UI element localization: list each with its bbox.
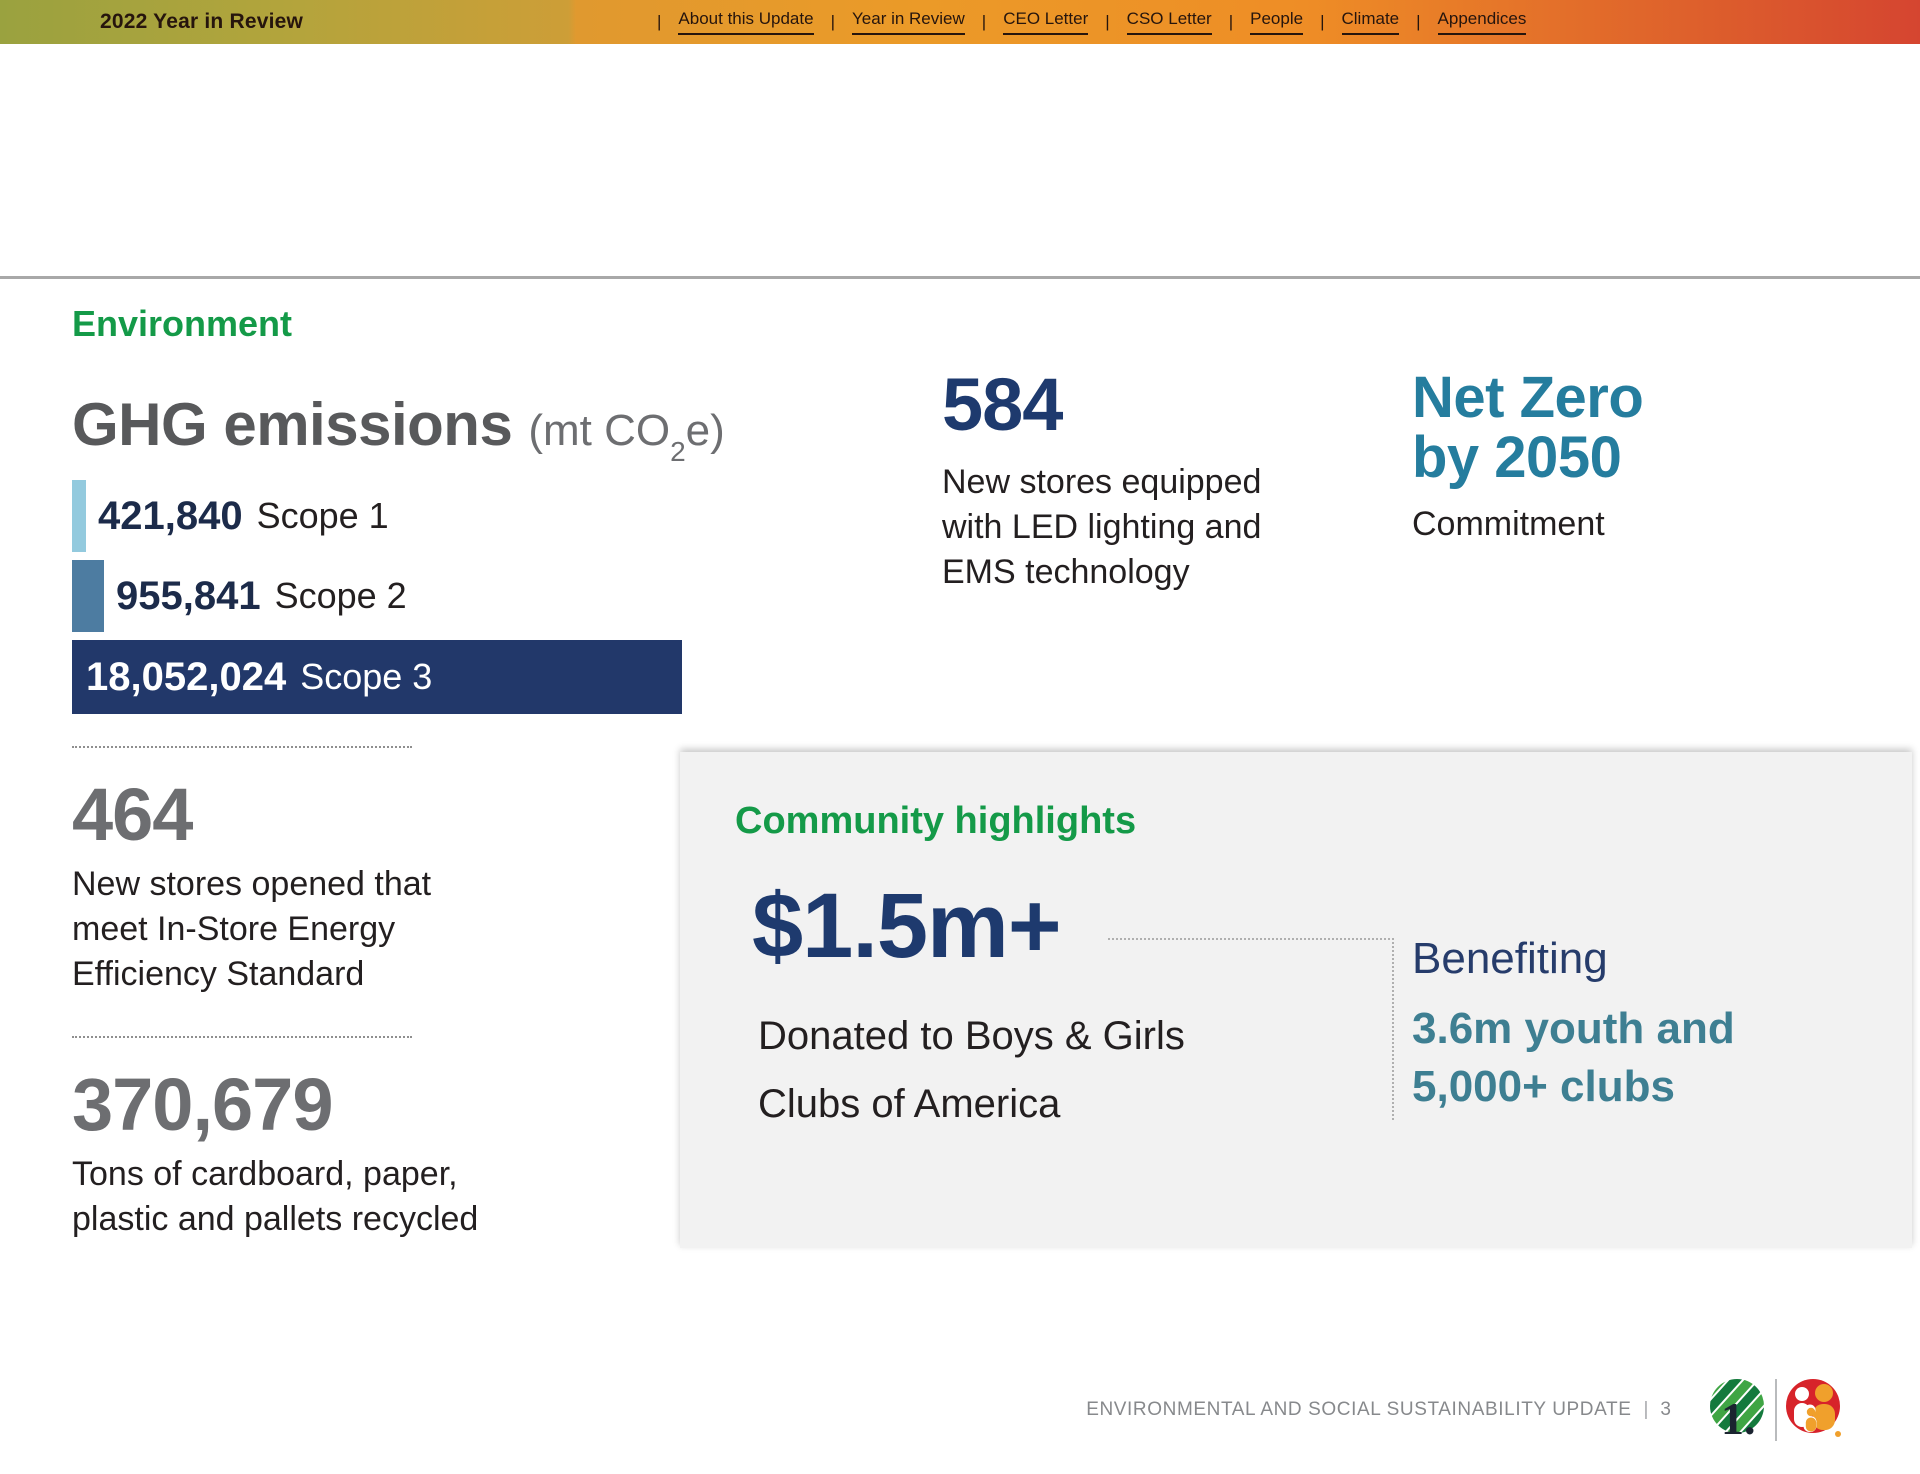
nav-link-climate[interactable]: Climate [1342, 9, 1400, 35]
stat-description: New stores equipped with LED lighting an… [942, 460, 1292, 595]
top-nav-links: | About this Update | Year in Review | CEO Le… [640, 0, 1526, 44]
svg-text:1.: 1. [1721, 1393, 1756, 1442]
nav-separator: | [1416, 12, 1420, 32]
footer-separator: | [1643, 1399, 1648, 1421]
net-zero-line2: by 2050 [1412, 428, 1643, 488]
header-rule [0, 276, 1920, 279]
stat-new-stores-efficiency: 464 New stores opened that meet In-Store… [72, 778, 472, 997]
nav-link-cso-letter[interactable]: CSO Letter [1127, 9, 1212, 35]
ghg-emissions-title: GHG emissions (mt CO2e) [72, 390, 725, 460]
nav-separator: | [831, 12, 835, 32]
ghg-unit: (mt CO2e) [528, 406, 724, 460]
dotted-connector-vertical [1392, 938, 1394, 1120]
ghg-emissions-bar-chart: 421,840 Scope 1 955,841 Scope 2 18,052,024 Sc… [72, 480, 692, 722]
top-nav-bar: 2022 Year in Review | About this Update | Y… [0, 0, 1920, 44]
ghg-bar-scope-3: 18,052,024 Scope 3 [72, 640, 682, 714]
nav-link-year-in-review[interactable]: Year in Review [852, 9, 965, 35]
nav-link-appendices[interactable]: Appendices [1438, 9, 1527, 35]
stat-description: Tons of cardboard, paper, plastic and pa… [72, 1152, 492, 1242]
report-title: 2022 Year in Review [100, 0, 303, 44]
footer-title: ENVIRONMENTAL AND SOCIAL SUSTAINABILITY … [1086, 1399, 1631, 1421]
benefiting-label: Benefiting [1412, 934, 1608, 984]
section-heading-environment: Environment [72, 303, 292, 345]
stat-value: 370,679 [72, 1068, 532, 1142]
footer: ENVIRONMENTAL AND SOCIAL SUSTAINABILITY … [1086, 1378, 1845, 1442]
report-page: 2022 Year in Review | About this Update | Y… [0, 0, 1920, 1474]
nav-link-ceo-letter[interactable]: CEO Letter [1003, 9, 1088, 35]
stat-description: New stores opened that meet In-Store Ene… [72, 862, 432, 997]
stat-value: 464 [72, 778, 472, 852]
ghg-bar-category: Scope 3 [300, 656, 432, 698]
page-number: 3 [1660, 1399, 1671, 1421]
logo-divider [1775, 1379, 1777, 1441]
benefiting-value: 3.6m youth and 5,000+ clubs [1412, 1000, 1792, 1116]
nav-separator: | [1320, 12, 1324, 32]
donation-description: Donated to Boys & Girls Clubs of America [758, 1002, 1198, 1138]
nav-link-about-this-update[interactable]: About this Update [678, 9, 813, 35]
ghg-unit-subscript: 2 [670, 436, 686, 467]
community-heading: Community highlights [735, 800, 1136, 843]
dollar-tree-logo: 1. [1707, 1378, 1769, 1442]
ghg-bar-row: 18,052,024 Scope 3 [72, 640, 692, 714]
ghg-bar-row: 955,841 Scope 2 [72, 560, 692, 632]
ghg-bar-value: 421,840 [98, 494, 243, 539]
dotted-divider [72, 1036, 412, 1038]
net-zero-label: Commitment [1412, 505, 1643, 544]
ghg-bar-category: Scope 2 [275, 575, 407, 617]
dotted-connector-horizontal [1108, 938, 1394, 940]
stat-led-stores: 584 New stores equipped with LED lightin… [942, 368, 1342, 595]
ghg-bar-scope-2 [72, 560, 104, 632]
dotted-divider [72, 746, 412, 748]
nav-link-people[interactable]: People [1250, 9, 1303, 35]
ghg-bar-scope-1 [72, 480, 86, 552]
nav-separator: | [1229, 12, 1233, 32]
nav-separator: | [657, 12, 661, 32]
stat-value: 584 [942, 368, 1342, 442]
net-zero-commitment: Net Zero by 2050 Commitment [1412, 368, 1643, 544]
ghg-bar-row: 421,840 Scope 1 [72, 480, 692, 552]
family-dollar-logo [1783, 1378, 1845, 1442]
ghg-title-text: GHG emissions [72, 390, 512, 459]
nav-separator: | [982, 12, 986, 32]
stat-recycled-tons: 370,679 Tons of cardboard, paper, plasti… [72, 1068, 532, 1242]
ghg-bar-value: 18,052,024 [86, 655, 286, 700]
net-zero-line1: Net Zero [1412, 368, 1643, 428]
ghg-bar-category: Scope 1 [257, 495, 389, 537]
nav-separator: | [1105, 12, 1109, 32]
ghg-bar-value: 955,841 [116, 574, 261, 619]
donation-amount: $1.5m+ [752, 880, 1061, 972]
community-highlights-panel: Community highlights $1.5m+ Donated to B… [680, 752, 1912, 1248]
